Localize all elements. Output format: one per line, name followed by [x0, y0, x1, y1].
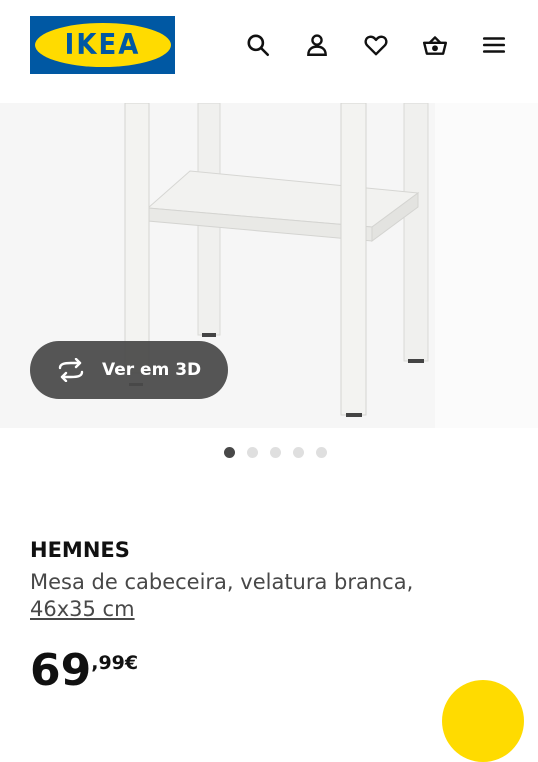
gallery-pagination — [224, 447, 327, 458]
pagination-dot[interactable] — [270, 447, 281, 458]
logo-oval: IKEA — [34, 23, 171, 67]
view-3d-label: Ver em 3D — [102, 360, 202, 380]
rotate-3d-icon — [54, 358, 88, 382]
view-3d-button[interactable]: Ver em 3D — [30, 341, 228, 399]
ikea-logo[interactable]: IKEA — [30, 16, 175, 74]
price-integer: 69 — [30, 645, 92, 696]
product-size-link[interactable]: 46x35 cm — [30, 597, 135, 621]
basket-icon[interactable] — [419, 29, 451, 61]
heart-icon[interactable] — [360, 29, 392, 61]
product-description: Mesa de cabeceira, velatura branca, — [30, 570, 414, 594]
pagination-dot[interactable] — [247, 447, 258, 458]
product-price: 69 ,99€ — [30, 646, 138, 696]
pagination-dot-active[interactable] — [224, 447, 235, 458]
logo-text: IKEA — [64, 28, 141, 62]
menu-icon[interactable] — [478, 29, 510, 61]
floating-action-button[interactable] — [442, 680, 524, 762]
price-decimal: ,99€ — [91, 652, 139, 674]
pagination-dot[interactable] — [293, 447, 304, 458]
product-name: HEMNES — [30, 538, 130, 562]
header: IKEA — [0, 0, 538, 90]
pagination-dot[interactable] — [316, 447, 327, 458]
user-icon[interactable] — [301, 29, 333, 61]
search-icon[interactable] — [242, 29, 274, 61]
